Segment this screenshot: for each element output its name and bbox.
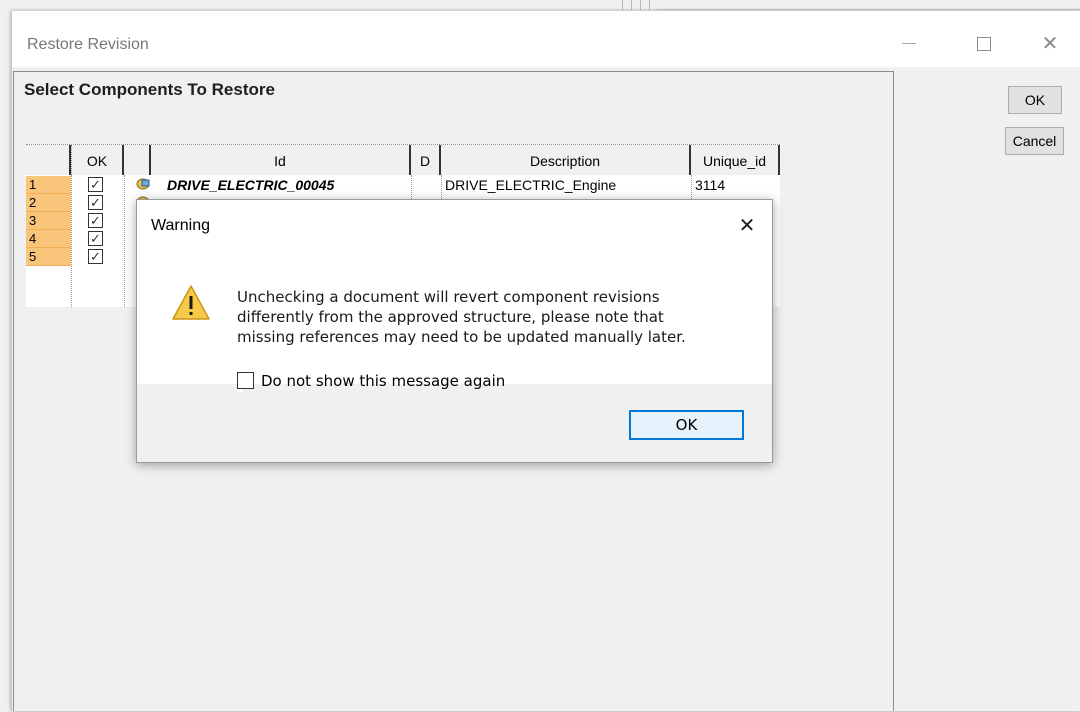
maximize-button[interactable] [964, 23, 1004, 63]
close-button[interactable]: ✕ [1030, 23, 1070, 63]
warning-icon [172, 285, 210, 320]
row-number: 1 [26, 176, 71, 194]
window-title: Restore Revision [27, 36, 149, 53]
ok-button[interactable]: OK [1008, 86, 1062, 114]
row-ok-checkbox[interactable]: ✓ [88, 249, 103, 265]
row-unique-id: 3114 [695, 177, 726, 193]
warning-message: Unchecking a document will revert compon… [237, 287, 757, 347]
row-ok-checkbox[interactable]: ✓ [88, 213, 103, 229]
warning-message-line: Unchecking a document will revert compon… [237, 288, 660, 306]
column-header-description[interactable]: Description [441, 145, 691, 175]
row-number: 4 [26, 230, 71, 248]
minimize-icon [902, 43, 916, 44]
background-window-strip [0, 0, 1080, 10]
cancel-button[interactable]: Cancel [1005, 127, 1064, 155]
maximize-icon [977, 37, 991, 51]
checkbox-checked-icon: ✓ [90, 250, 101, 265]
column-header-ok[interactable]: OK [71, 145, 124, 175]
warning-dialog: Warning ✕ Unchecking a document will rev… [136, 199, 773, 463]
dialog-title: Warning [151, 217, 210, 234]
row-description: DRIVE_ELECTRIC_Engine [445, 177, 617, 193]
warning-message-line: differently from the approved structure,… [237, 308, 664, 326]
component-icon [136, 178, 150, 190]
title-bar: Restore Revision ✕ [12, 11, 1080, 67]
dont-show-again-option[interactable]: Do not show this message again [237, 370, 505, 392]
row-id: DRIVE_ELECTRIC_00045 [167, 177, 335, 193]
heading-panel: Select Components To Restore [13, 71, 894, 125]
close-icon: ✕ [738, 213, 756, 237]
column-header-id[interactable]: Id [151, 145, 411, 175]
checkbox-checked-icon: ✓ [90, 196, 101, 211]
warning-message-line: missing references may need to be update… [237, 328, 686, 346]
table-row[interactable]: 1 ✓ DRIVE_ELECTRIC_00045 DRIVE_ELECTRIC_… [26, 176, 780, 194]
column-header-rownum[interactable] [26, 145, 71, 175]
row-ok-checkbox[interactable]: ✓ [88, 195, 103, 211]
column-header-icon[interactable] [124, 145, 151, 175]
page-title: Select Components To Restore [24, 80, 275, 99]
row-number: 2 [26, 194, 71, 212]
checkbox-checked-icon: ✓ [90, 232, 101, 247]
dialog-close-button[interactable]: ✕ [733, 211, 761, 239]
checkbox-checked-icon: ✓ [90, 178, 101, 193]
row-number: 3 [26, 212, 71, 230]
row-ok-checkbox[interactable]: ✓ [88, 231, 103, 247]
row-ok-checkbox[interactable]: ✓ [88, 177, 103, 193]
minimize-button[interactable] [889, 23, 929, 63]
close-icon: ✕ [1041, 31, 1059, 55]
dialog-ok-button[interactable]: OK [629, 410, 744, 440]
column-header-unique-id[interactable]: Unique_id [691, 145, 780, 175]
dont-show-again-label[interactable]: Do not show this message again [261, 370, 505, 392]
dont-show-again-checkbox[interactable] [237, 372, 254, 389]
row-number: 5 [26, 248, 71, 266]
checkbox-checked-icon: ✓ [90, 214, 101, 229]
column-header-d[interactable]: D [411, 145, 441, 175]
grid-header: OK Id D Description Unique_id [26, 145, 780, 175]
